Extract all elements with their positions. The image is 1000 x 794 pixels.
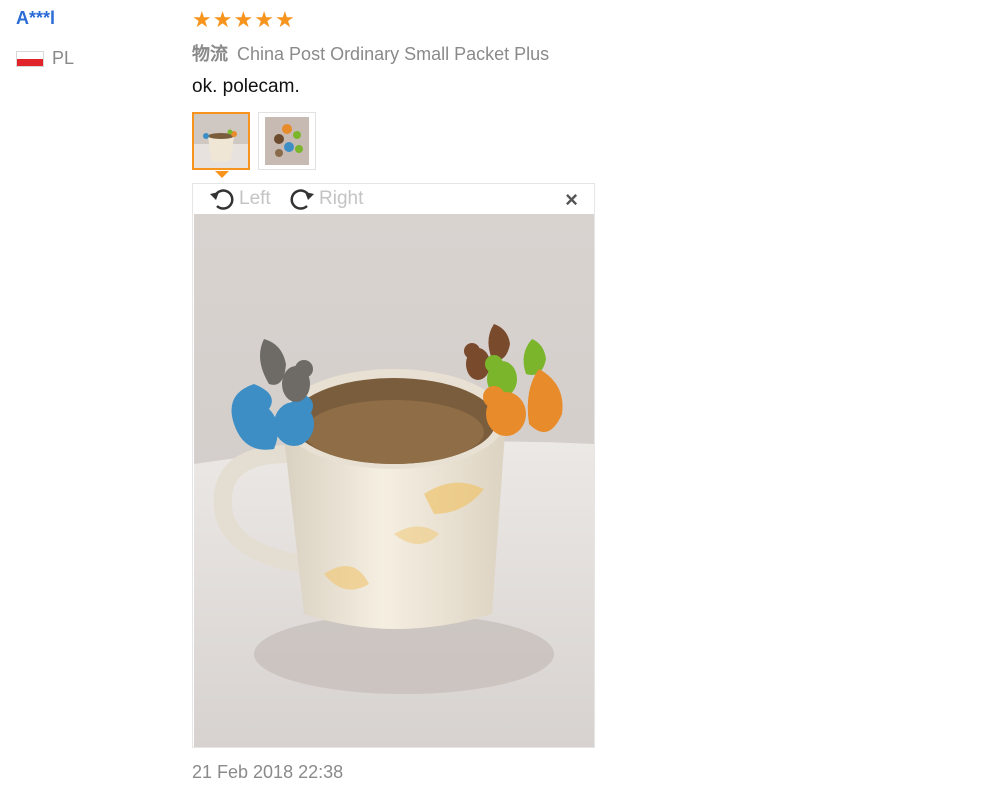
review-photo-large	[194, 214, 594, 747]
mug-with-squirrels-photo	[194, 214, 594, 747]
viewer-toolbar: Left Right ×	[193, 184, 594, 214]
star-icon: ★	[192, 7, 212, 32]
review-date: 21 Feb 2018 22:38	[192, 762, 344, 782]
review-thumbnail-2[interactable]	[258, 112, 316, 170]
selected-thumbnail-pointer	[215, 171, 229, 178]
rotate-left-label: Left	[239, 188, 271, 209]
reviewer-country: PL	[16, 48, 74, 69]
country-code: PL	[52, 48, 75, 68]
rotate-right-icon	[290, 189, 314, 210]
image-viewer: Left Right ×	[192, 183, 595, 748]
logistics-info: 物流 China Post Ordinary Small Packet Plus	[192, 40, 549, 66]
star-rating: ★ ★ ★ ★ ★	[192, 9, 295, 31]
logistics-carrier: China Post Ordinary Small Packet Plus	[237, 44, 550, 64]
review-photo-mug-squirrels	[194, 114, 248, 168]
star-icon: ★	[274, 7, 295, 32]
star-icon: ★	[212, 7, 233, 32]
star-icon: ★	[233, 7, 254, 32]
rotate-right-label: Right	[319, 188, 364, 209]
rotate-left-button[interactable]: Left	[207, 184, 271, 214]
review-text: ok. polecam.	[192, 76, 300, 97]
star-icon: ★	[254, 7, 274, 32]
poland-flag-icon	[16, 50, 44, 67]
logistics-label: 物流	[192, 44, 228, 65]
close-viewer-button[interactable]: ×	[565, 187, 578, 213]
review-thumbnail-1[interactable]	[192, 112, 250, 170]
rotate-left-icon	[210, 189, 234, 210]
rotate-right-button[interactable]: Right	[287, 184, 363, 214]
reviewer-name[interactable]: A***l	[16, 8, 55, 29]
review-photo-squirrels-group	[259, 113, 315, 169]
